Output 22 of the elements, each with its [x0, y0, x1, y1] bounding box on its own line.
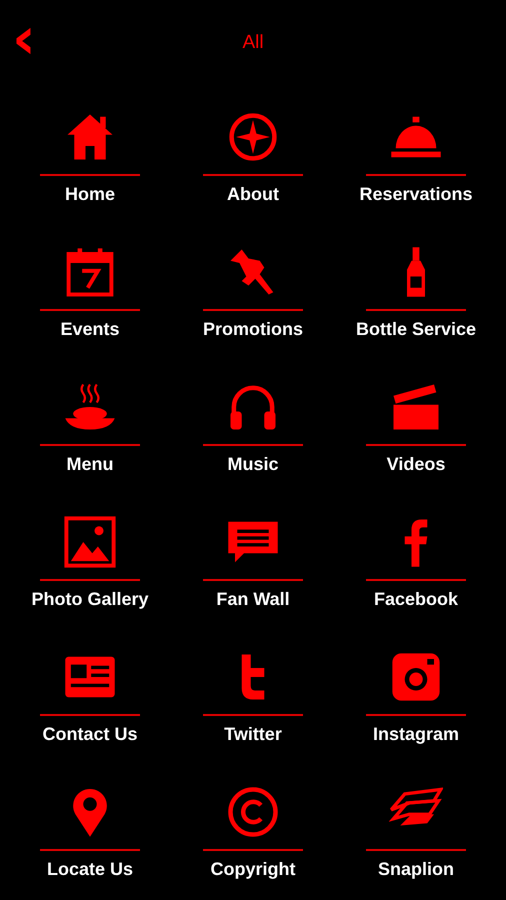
menu-tile[interactable]: Photo Gallery — [8, 513, 172, 648]
image-icon — [63, 515, 117, 569]
menu-tile[interactable]: Bottle Service — [334, 243, 498, 378]
menu-tile[interactable]: Fan Wall — [172, 513, 334, 648]
menu-tile[interactable]: Twitter — [172, 648, 334, 783]
menu-tile[interactable]: Music — [172, 378, 334, 513]
menu-tile[interactable]: Promotions — [172, 243, 334, 378]
menu-tile[interactable]: Home — [8, 108, 172, 243]
menu-tile[interactable]: Events — [8, 243, 172, 378]
menu-tile[interactable]: Copyright — [172, 783, 334, 900]
back-button[interactable]: ‹ — [6, 18, 42, 58]
page-title: All — [242, 32, 264, 54]
menu-tile[interactable]: Videos — [334, 378, 498, 513]
menu-tile[interactable]: Locate Us — [8, 783, 172, 900]
menu-tile[interactable]: Snaplion — [334, 783, 498, 900]
copyright-icon — [226, 785, 280, 839]
menu-tile[interactable]: Facebook — [334, 513, 498, 648]
menu-tile[interactable]: About — [172, 108, 334, 243]
menu-tile[interactable]: Instagram — [334, 648, 498, 783]
menu-tile[interactable]: Menu — [8, 378, 172, 513]
menu-tile[interactable]: Reservations — [334, 108, 498, 243]
menu-tile[interactable]: Contact Us — [8, 648, 172, 783]
